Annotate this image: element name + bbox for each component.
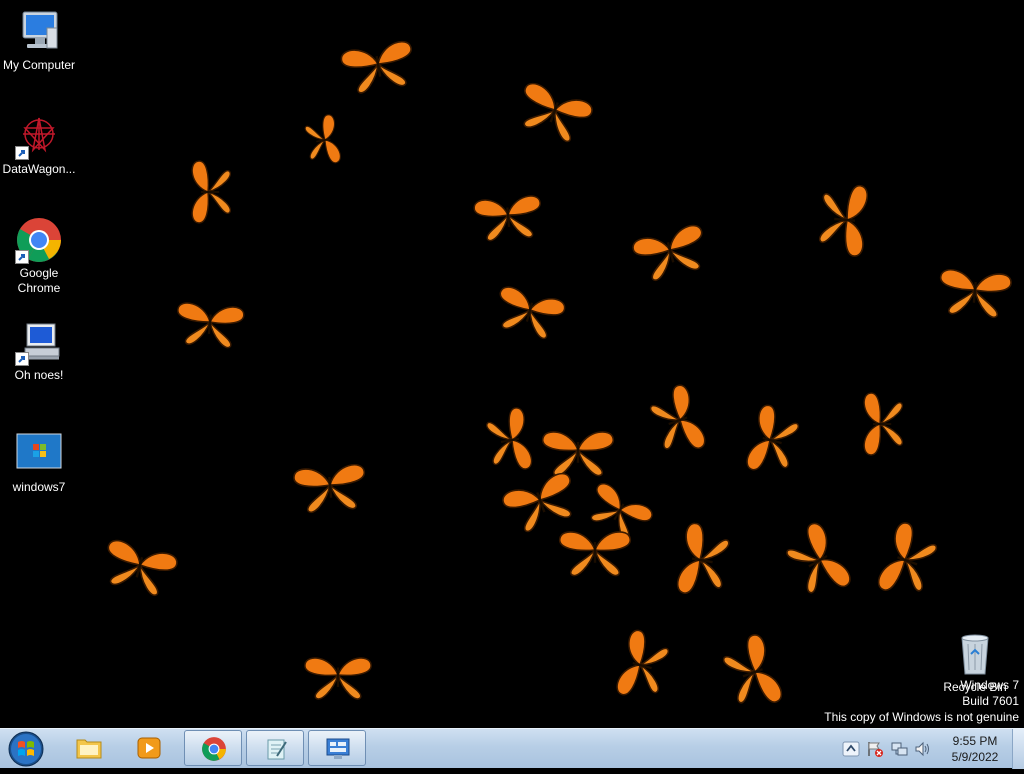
watermark-line-genuine: This copy of Windows is not genuine [824, 710, 1019, 724]
taskbar-media-player-button[interactable] [120, 730, 178, 766]
notepad-icon [267, 739, 287, 760]
icon-label: DataWagon... [2, 162, 76, 176]
control-panel-icon [326, 738, 350, 759]
chrome-icon [202, 737, 226, 761]
watermark-line-build: Build 7601 [962, 694, 1019, 708]
icon-label: Oh noes! [14, 368, 64, 382]
action-center-flag-icon[interactable] [866, 740, 884, 758]
oh-noes-icon [15, 318, 63, 366]
icon-label: My Computer [2, 58, 76, 72]
taskbar-control-panel-button[interactable] [308, 730, 366, 766]
taskbar-clock[interactable]: 9:55 PM 5/9/2022 [944, 733, 1006, 765]
windows-not-genuine-watermark: Windows 7 Build 7601 This copy of Window… [824, 677, 1019, 725]
computer-icon [15, 8, 63, 56]
watermark-line-os: Windows 7 [960, 678, 1019, 692]
butterfly-wallpaper [98, 38, 1013, 716]
show-desktop-button[interactable] [1012, 729, 1024, 769]
recycle-bin-icon [951, 630, 999, 678]
start-button[interactable] [4, 729, 48, 769]
desktop-icon-windows7[interactable]: windows7 [0, 430, 78, 495]
taskbar-notepad-button[interactable] [246, 730, 304, 766]
taskbar-explorer-button[interactable] [60, 730, 118, 766]
desktop: My Computer DataWagon... Google Chrome O… [0, 0, 1024, 728]
clock-time: 9:55 PM [952, 734, 998, 748]
volume-icon[interactable] [914, 740, 932, 758]
show-hidden-icons-icon[interactable] [842, 740, 860, 758]
windows7-image-icon [15, 430, 63, 478]
notification-area [838, 729, 948, 769]
folder-icon [76, 739, 102, 759]
network-icon[interactable] [890, 740, 908, 758]
desktop-icon-datawagon[interactable]: DataWagon... [0, 112, 78, 177]
taskbar-chrome-button[interactable] [184, 730, 242, 766]
desktop-icon-my-computer[interactable]: My Computer [0, 8, 78, 73]
desktop-icon-oh-noes[interactable]: Oh noes! [0, 318, 78, 383]
clock-date: 5/9/2022 [951, 750, 999, 764]
taskbar: 9:55 PM 5/9/2022 [0, 728, 1024, 769]
datawagon-icon [15, 112, 63, 160]
media-player-icon [137, 737, 161, 759]
desktop-icon-google-chrome[interactable]: Google Chrome [0, 216, 78, 296]
chrome-icon [15, 216, 63, 264]
shortcut-arrow-icon [15, 250, 29, 264]
shortcut-arrow-icon [15, 146, 29, 160]
windows-start-orb-icon [8, 731, 44, 767]
icon-label: windows7 [12, 480, 66, 494]
shortcut-arrow-icon [15, 352, 29, 366]
icon-label: Google Chrome [17, 266, 61, 295]
